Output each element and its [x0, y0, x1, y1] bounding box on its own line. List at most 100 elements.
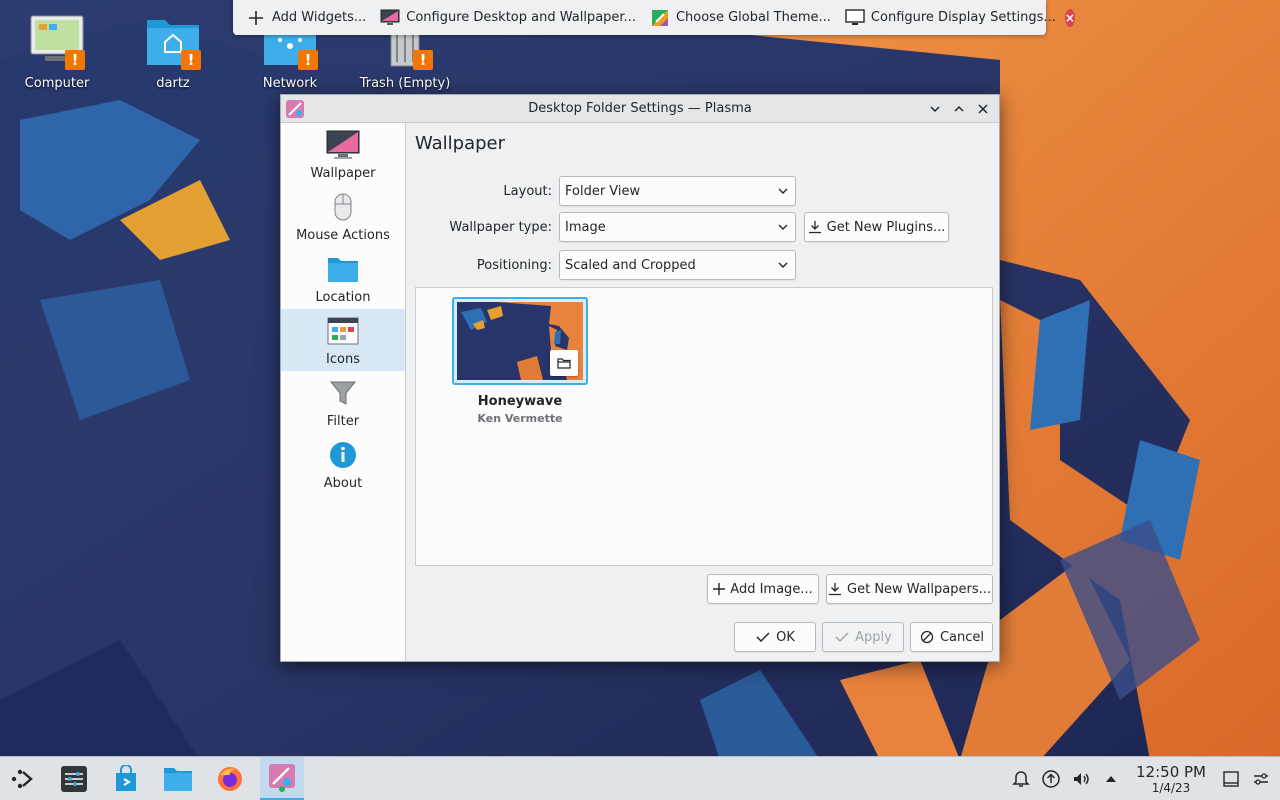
- folder-icon: [326, 252, 360, 286]
- close-icon[interactable]: [971, 97, 995, 121]
- get-new-wallpapers-label: Get New Wallpapers...: [847, 581, 991, 597]
- warning-badge-icon: !: [181, 50, 201, 70]
- dolphin-files-icon[interactable]: [156, 757, 200, 800]
- clock-time: 12:50 PM: [1136, 763, 1206, 781]
- sidebar-item-label: Location: [315, 290, 371, 305]
- icons-view-icon: [326, 314, 360, 348]
- wallpaper-thumbnail[interactable]: [452, 297, 588, 385]
- mouse-icon: [326, 190, 360, 224]
- plus-icon: [246, 8, 266, 28]
- warning-badge-icon: !: [298, 50, 318, 70]
- sidebar-item-wallpaper[interactable]: Wallpaper: [281, 123, 405, 185]
- desktop-folder-settings-dialog: Desktop Folder Settings — Plasma Wallpap…: [280, 94, 1000, 662]
- sidebar-item-about[interactable]: About: [281, 433, 405, 495]
- download-icon: [828, 581, 842, 597]
- desktop-icon-label: Trash (Empty): [359, 76, 451, 91]
- system-settings-icon[interactable]: [52, 757, 96, 800]
- wallpaper-type-value: Image: [565, 219, 606, 235]
- add-image-label: Add Image...: [730, 581, 813, 597]
- chevron-down-icon[interactable]: [923, 97, 947, 121]
- chevron-down-icon: [776, 220, 790, 234]
- check-icon: [834, 629, 850, 645]
- configure-desktop-button[interactable]: Configure Desktop and Wallpaper...: [375, 4, 641, 32]
- layout-value: Folder View: [565, 183, 641, 199]
- plus-icon: [713, 581, 726, 597]
- close-icon[interactable]: ×: [1064, 8, 1075, 27]
- check-icon: [755, 629, 771, 645]
- wallpaper-type-label: Wallpaper type:: [449, 219, 552, 235]
- taskbar: 12:50 PM 1/4/23: [0, 756, 1280, 800]
- configure-desktop-label: Configure Desktop and Wallpaper...: [406, 10, 636, 25]
- computer-icon: !: [27, 12, 87, 70]
- desktop-toolbox: Add Widgets... Configure Desktop and Wal…: [233, 0, 1075, 35]
- desktop-icon-label: dartz: [156, 76, 190, 91]
- firefox-icon[interactable]: [208, 757, 252, 800]
- updates-icon[interactable]: [1040, 768, 1062, 790]
- warning-badge-icon: !: [65, 50, 85, 70]
- add-image-button[interactable]: Add Image...: [707, 574, 819, 604]
- warning-badge-icon: !: [413, 50, 433, 70]
- cancel-button[interactable]: Cancel: [910, 622, 993, 652]
- info-icon: [326, 438, 360, 472]
- get-new-plugins-button[interactable]: Get New Plugins...: [804, 212, 949, 242]
- desktop-icon-computer[interactable]: ! Computer: [7, 12, 107, 91]
- desktop-icon-label: Computer: [24, 76, 90, 91]
- page-title: Wallpaper: [415, 133, 506, 154]
- configure-display-button[interactable]: Configure Display Settings...: [840, 4, 1061, 32]
- wallpaper-type-combo[interactable]: Image: [559, 212, 796, 242]
- chevron-down-icon: [776, 258, 790, 272]
- sidebar-item-label: Wallpaper: [310, 166, 376, 181]
- apply-label: Apply: [855, 629, 892, 645]
- display-icon: [845, 8, 865, 28]
- layout-combo[interactable]: Folder View: [559, 176, 796, 206]
- apply-button[interactable]: Apply: [822, 622, 904, 652]
- theme-icon: [650, 8, 670, 28]
- sidebar-item-filter[interactable]: Filter: [281, 371, 405, 433]
- choose-global-theme-button[interactable]: Choose Global Theme...: [645, 4, 836, 32]
- sidebar-item-label: About: [323, 476, 363, 491]
- add-widgets-label: Add Widgets...: [272, 10, 367, 25]
- chevron-up-icon[interactable]: [1100, 768, 1122, 790]
- dialog-title: Desktop Folder Settings — Plasma: [528, 101, 752, 116]
- plasma-settings-icon[interactable]: [260, 756, 304, 800]
- cancel-label: Cancel: [939, 629, 985, 645]
- discover-store-icon[interactable]: [104, 757, 148, 800]
- digital-clock[interactable]: 12:50 PM 1/4/23: [1136, 763, 1206, 795]
- desktop-icon-label: Network: [262, 76, 318, 91]
- wallpaper-gallery: Honeywave Ken Vermette: [415, 287, 993, 566]
- get-new-wallpapers-button[interactable]: Get New Wallpapers...: [826, 574, 993, 604]
- home-folder-icon: !: [143, 12, 203, 70]
- positioning-label: Positioning:: [476, 257, 552, 273]
- get-new-plugins-label: Get New Plugins...: [826, 219, 946, 235]
- clock-date: 1/4/23: [1151, 781, 1191, 795]
- ok-button[interactable]: OK: [734, 622, 816, 652]
- download-icon: [808, 219, 822, 235]
- open-folder-icon[interactable]: [550, 350, 578, 376]
- settings-sidebar: Wallpaper Mouse Actions Location Icons F…: [281, 123, 406, 661]
- wallpaper-preview-image: [457, 302, 583, 380]
- chevron-up-icon[interactable]: [947, 97, 971, 121]
- notifications-icon[interactable]: [1010, 768, 1032, 790]
- add-widgets-button[interactable]: Add Widgets...: [241, 4, 371, 32]
- desktop-icon-home[interactable]: ! dartz: [123, 12, 223, 91]
- positioning-combo[interactable]: Scaled and Cropped: [559, 250, 796, 280]
- sidebar-item-label: Mouse Actions: [296, 228, 390, 243]
- wallpaper-author: Ken Vermette: [477, 412, 563, 425]
- sidebar-item-location[interactable]: Location: [281, 247, 405, 309]
- sidebar-item-mouse-actions[interactable]: Mouse Actions: [281, 185, 405, 247]
- monitor-icon: [326, 128, 360, 162]
- dialog-titlebar[interactable]: Desktop Folder Settings — Plasma: [281, 95, 999, 123]
- wallpaper-type-row: Wallpaper type: Image Get New Plugins...: [415, 212, 949, 242]
- desktop-monitor-icon: [380, 8, 400, 28]
- ok-label: OK: [776, 629, 795, 645]
- settings-content: Wallpaper Layout: Folder View Wallpaper …: [407, 123, 999, 661]
- configure-display-label: Configure Display Settings...: [870, 10, 1056, 25]
- positioning-row: Positioning: Scaled and Cropped: [415, 250, 796, 280]
- volume-icon[interactable]: [1070, 768, 1092, 790]
- layout-row: Layout: Folder View: [415, 176, 796, 206]
- application-launcher-icon[interactable]: [0, 757, 44, 800]
- show-desktop-icon[interactable]: [1220, 768, 1242, 790]
- sidebar-item-icons[interactable]: Icons: [281, 309, 405, 371]
- panel-settings-icon[interactable]: [1250, 768, 1272, 790]
- sidebar-item-label: Icons: [326, 352, 360, 367]
